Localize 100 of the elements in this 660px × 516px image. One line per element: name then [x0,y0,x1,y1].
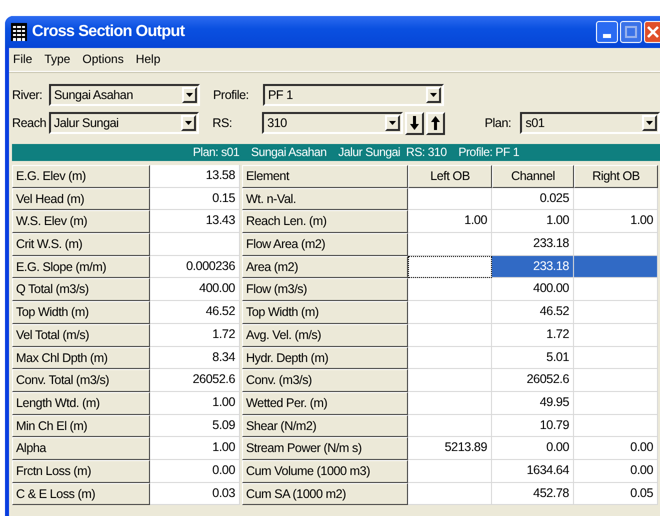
field-label: Reach [11,116,48,130]
table-icon [11,23,27,41]
row-label: Alpha [12,437,150,460]
row-label: Conv. (m3/s) [242,369,408,392]
table-cell[interactable]: 10.79 [492,414,574,438]
dropdown-arrow-icon [186,93,193,97]
table-cell: 46.52 [150,301,240,324]
column-header: Left OB [408,165,492,188]
table-cell[interactable]: 49.95 [492,392,574,415]
row-label: Wt. n-Val. [242,188,408,210]
table-cell[interactable] [574,301,658,324]
table-cell[interactable]: 1.00 [492,210,574,234]
table-cell[interactable]: 452.78 [492,482,574,506]
row-label: Avg. Vel. (m/s) [242,324,408,346]
row-label: W.S. Elev (m) [12,210,150,234]
table-cell[interactable] [408,188,492,210]
row-label: Area (m2) [242,256,408,278]
table-cell[interactable] [408,460,492,483]
table-cell: 0.15 [150,188,240,210]
up-arrow-icon [430,116,440,130]
row-label: C & E Loss (m) [12,482,150,506]
close-button[interactable] [644,21,660,43]
minimize-button[interactable] [596,21,618,43]
dropdown-arrow-icon [646,121,654,125]
table-cell[interactable]: 1.72 [492,324,574,346]
table-cell[interactable]: 0.05 [574,482,658,506]
row-label: Vel Total (m/s) [12,324,150,346]
menu-item[interactable]: Type [43,51,72,71]
field-label: Plan: [484,116,512,130]
table-cell[interactable] [574,324,658,346]
menu-item[interactable]: File [12,51,34,71]
river-dropdown[interactable]: Sungai Asahan [49,84,200,106]
table-cell[interactable] [408,301,492,324]
table-cell[interactable]: 1.00 [574,210,658,234]
table-cell: 1.72 [150,324,240,346]
table-cell[interactable] [408,392,492,415]
menu-item[interactable]: Help [134,51,162,71]
down-arrow-button[interactable] [404,112,424,134]
table-cell[interactable]: 0.00 [574,460,658,483]
row-label: Flow Area (m2) [242,233,408,256]
field-label: RS: [211,116,233,130]
table-cell[interactable]: 0.00 [492,437,574,460]
table-cell[interactable]: 400.00 [492,278,574,302]
table-cell[interactable] [408,256,492,278]
menu-item[interactable]: Options [81,51,125,71]
table-cell[interactable] [408,414,492,438]
dropdown-arrow-icon [430,93,437,97]
row-label: Length Wtd. (m) [12,392,150,415]
table-cell: 400.00 [150,278,240,302]
down-arrow-icon [410,116,419,130]
table-cell[interactable]: 1634.64 [492,460,574,483]
table-cell: 0.000236 [150,256,240,278]
table-cell[interactable] [408,346,492,370]
table-cell[interactable] [574,414,658,438]
row-label: Flow (m3/s) [242,278,408,302]
rs-dropdown[interactable]: 310 [262,112,403,134]
maximize-icon [625,26,637,38]
row-label: Q Total (m3/s) [12,278,150,302]
row-label: Max Chl Dpth (m) [12,346,150,370]
table-cell[interactable] [574,188,658,210]
table-cell[interactable] [574,233,658,256]
table-cell[interactable]: 46.52 [492,301,574,324]
table-cell[interactable] [574,369,658,392]
row-label: Reach Len. (m) [242,210,408,234]
column-header: Channel [492,165,574,188]
table-cell: 13.43 [150,210,240,234]
row-label: E.G. Elev (m) [12,165,150,188]
table-cell[interactable]: 1.00 [408,210,492,234]
table-cell: 1.00 [150,437,240,460]
table-cell: 26052.6 [150,369,240,392]
table-cell[interactable]: 0.025 [492,188,574,210]
info-banner: Plan: s01 Sungai Asahan Jalur Sungai RS: 310 Profile: PF 1 [12,144,660,161]
table-cell[interactable] [408,482,492,506]
table-cell[interactable] [574,256,658,278]
table-cell[interactable]: 0.00 [574,437,658,460]
field-label: River: [11,88,44,102]
table-cell[interactable] [574,278,658,302]
dropdown-arrow-icon [185,121,192,125]
table-cell[interactable]: 5213.89 [408,437,492,460]
table-cell[interactable]: 5.01 [492,346,574,370]
plan-dropdown[interactable]: s01 [520,112,660,134]
table-cell[interactable] [574,392,658,415]
reach-dropdown[interactable]: Jalur Sungai [48,112,200,134]
maximize-button[interactable] [620,21,642,43]
up-arrow-button[interactable] [426,112,445,134]
profile-dropdown[interactable]: PF 1 [263,84,444,106]
table-cell[interactable]: 233.18 [492,233,574,256]
table-cell: 8.34 [150,346,240,370]
table-cell[interactable] [408,233,492,256]
table-cell[interactable] [408,278,492,302]
row-label: Stream Power (N/m s) [242,437,408,460]
table-cell: 0.03 [150,482,240,506]
row-label: Frctn Loss (m) [12,460,150,483]
minimize-icon [603,34,611,38]
table-cell[interactable] [408,324,492,346]
table-cell[interactable] [574,346,658,370]
table-cell[interactable]: 233.18 [492,256,574,278]
close-icon [647,26,659,38]
table-cell[interactable]: 26052.6 [492,369,574,392]
table-cell[interactable] [408,369,492,392]
